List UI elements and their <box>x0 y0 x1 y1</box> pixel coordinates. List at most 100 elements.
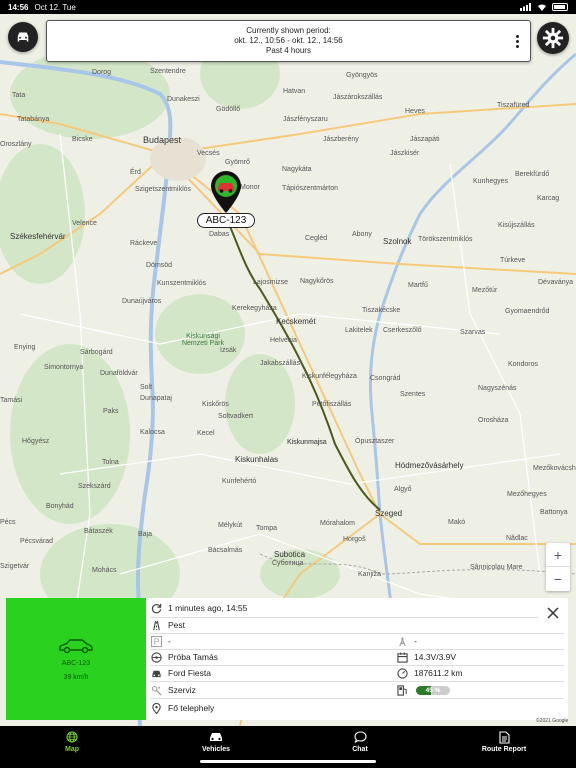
document-icon <box>498 730 510 744</box>
divider <box>150 665 564 666</box>
period-selector[interactable]: Currently shown period: okt. 12., 10:56 … <box>46 20 531 62</box>
voltage-value: 14.3V/3.9V <box>414 652 457 662</box>
period-length: Past 4 hours <box>266 46 311 55</box>
map-place-label: Kunszentmiklós <box>157 280 207 287</box>
settings-button[interactable] <box>537 22 569 54</box>
driver-row: Próba Tamás <box>150 649 218 665</box>
map-place-label: Dunaföldvár <box>100 370 138 377</box>
map-place-label: Algyő <box>394 486 412 493</box>
fuel-row: 45 % <box>396 682 450 698</box>
map-place-label: Hőgyész <box>22 438 50 445</box>
map-place-label: Kecel <box>197 430 215 437</box>
zoom-in-button[interactable]: + <box>546 543 570 567</box>
map-place-label: Sárbogárd <box>80 349 113 356</box>
site-row: Fő telephely <box>150 700 214 716</box>
zoom-out-button[interactable]: − <box>546 567 570 591</box>
divider <box>150 617 538 618</box>
gps-row: - <box>396 633 417 649</box>
more-options-icon[interactable] <box>516 35 520 48</box>
vehicle-model: Ford Fiesta <box>168 668 211 678</box>
odometer-row: 187611.2 km <box>396 665 463 681</box>
map-place-label: Суботица <box>272 560 304 567</box>
map-place-label: Abony <box>352 231 372 238</box>
status-bar: 14:56 Oct 12. Tue <box>0 0 576 14</box>
map-place-label: Kiskunfélegyháza <box>302 373 357 380</box>
map-attribution: ©2021 Google <box>536 718 569 724</box>
vehicle-marker[interactable] <box>209 170 243 219</box>
fuel-pump-icon <box>396 684 408 696</box>
map-place-label: Székesfehérvár <box>10 232 66 241</box>
map-place-label: Lakitelek <box>345 327 373 334</box>
map-place-label: Baja <box>138 531 153 538</box>
map-place-label: Solt <box>140 384 153 391</box>
map-place-label: Mezőhegyes <box>507 491 547 498</box>
location-pin-icon <box>150 702 162 714</box>
tab-route-report-label: Route Report <box>481 746 527 753</box>
tab-map[interactable]: Map <box>0 726 144 768</box>
map-place-label: Tápiószentmárton <box>282 185 339 192</box>
map-place-label: Simontornya <box>44 364 84 371</box>
globe-icon <box>66 730 78 744</box>
location-row: Pest <box>150 617 185 633</box>
map-place-label: Szigetvár <box>0 563 30 570</box>
driver-name: Próba Tamás <box>168 652 218 662</box>
tab-vehicles-label: Vehicles <box>201 746 231 753</box>
map-place-label: Tatabánya <box>17 116 50 123</box>
tab-map-label: Map <box>65 746 79 753</box>
map-place-label: Makó <box>448 519 466 526</box>
map-place-label: Dévaványa <box>538 279 574 286</box>
car-icon <box>208 730 224 744</box>
home-indicator <box>200 760 376 763</box>
map-place-label: Jakabszállás <box>260 360 301 367</box>
map-place-label: Dorog <box>92 69 112 76</box>
map-place-label: Érd <box>130 169 141 176</box>
last-update-row: 1 minutes ago, 14:55 <box>150 600 247 616</box>
fuel-level-label: 45 % <box>425 686 441 694</box>
map-place-label: Jászapáti <box>410 136 440 143</box>
odometer-value: 187611.2 km <box>414 668 463 678</box>
map-place-label: Mélykút <box>218 522 243 529</box>
map-place-label: Tiszafüred <box>497 102 530 109</box>
marker-plate-label[interactable]: ABC-123 <box>197 213 255 228</box>
map-place-label: Szigetszentmiklós <box>135 186 192 193</box>
site-name: Fő telephely <box>168 703 215 713</box>
map-place-label: Túrkeve <box>500 257 526 264</box>
period-range: okt. 12., 10:56 - okt. 12., 14:56 <box>234 36 343 45</box>
map-place-label: Mezőtúr <box>472 287 498 294</box>
wifi-icon <box>538 4 546 11</box>
map-place-label: Kiskőrös <box>202 401 229 408</box>
map-place-label: Nădlac <box>506 535 528 542</box>
map-place-label: Törökszentmiklós <box>418 236 473 243</box>
map-place-label: Vecsés <box>197 150 220 157</box>
map-place-label: Kalocsa <box>140 429 165 436</box>
signal-tower-icon <box>396 635 408 647</box>
map-place-label: Petőfiszállás <box>312 401 352 408</box>
map-place-label: Orosháza <box>478 417 509 424</box>
tab-route-report[interactable]: Route Report <box>432 726 576 768</box>
map-place-label: Dunaújváros <box>122 298 162 305</box>
status-icons <box>520 3 568 11</box>
map-place-label: Battonya <box>540 509 568 516</box>
car-icon <box>17 32 29 42</box>
status-date: Oct 12. Tue <box>34 2 76 12</box>
vehicle-filter-button[interactable] <box>8 22 38 52</box>
map-place-label: Heves <box>405 108 425 115</box>
map-place-label: Pécs <box>0 519 16 526</box>
map-place-label: Ráckeve <box>130 240 158 247</box>
calendar-icon <box>396 651 408 663</box>
map-place-label: Szolnok <box>383 237 412 246</box>
signal-icon <box>520 3 531 11</box>
road-icon <box>150 619 162 631</box>
map-place-label: Budapest <box>143 135 182 145</box>
map-place-label: Hódmezővásárhely <box>395 461 464 470</box>
map-place-label: Izsák <box>220 347 237 354</box>
map-place-label: Kiskunsági Nemzeti Park <box>181 333 224 347</box>
map-place-label: Jászkisér <box>390 150 420 157</box>
vehicle-tile[interactable]: ABC-123 39 km/h <box>6 598 146 720</box>
car-icon <box>150 667 162 679</box>
zoom-control[interactable]: + − <box>546 543 570 591</box>
map-place-label: Kecskemét <box>276 317 316 326</box>
close-icon[interactable] <box>546 606 560 620</box>
divider <box>150 698 564 699</box>
map-place-label: Gyöngyös <box>346 72 378 79</box>
